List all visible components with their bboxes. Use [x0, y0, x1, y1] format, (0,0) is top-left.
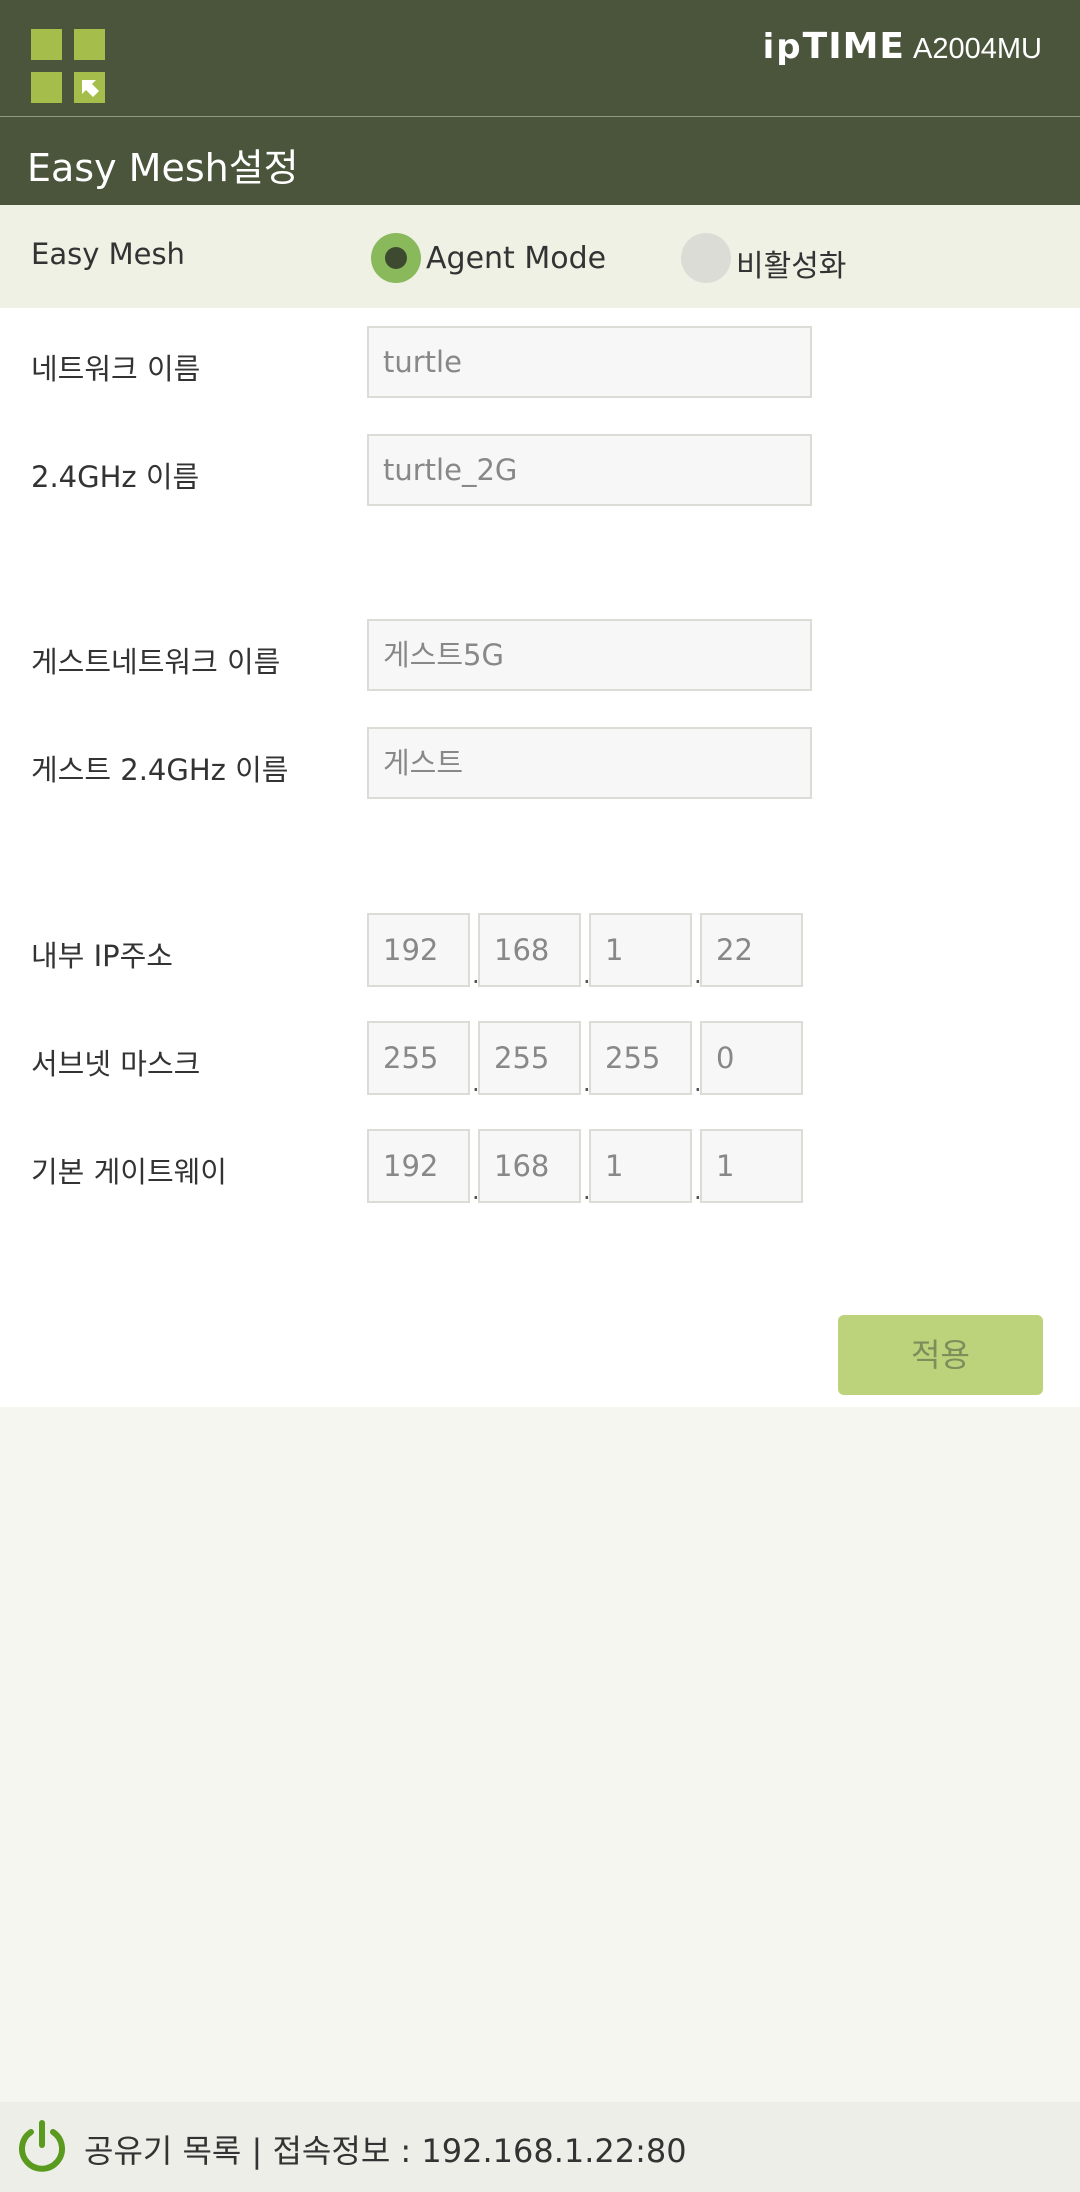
- apply-button[interactable]: 적용: [838, 1315, 1043, 1395]
- subnet-octet-1[interactable]: 255: [367, 1021, 470, 1095]
- settings-panel: Easy Mesh Agent Mode 비활성화 네트워크 이름 turtle…: [0, 205, 1080, 1407]
- subnet-octet-2[interactable]: 255: [478, 1021, 581, 1095]
- model-name: A2004MU: [913, 33, 1042, 65]
- internal-ip-octet-1[interactable]: 192: [367, 913, 470, 987]
- gateway-label: 기본 게이트웨이: [31, 1155, 227, 1189]
- gateway-octet-3[interactable]: 1: [589, 1129, 692, 1203]
- brand-ip: ip: [762, 27, 803, 67]
- name-24-label: 2.4GHz 이름: [31, 460, 200, 494]
- footer-info-text[interactable]: 공유기 목록 | 접속정보 : 192.168.1.22:80: [84, 2126, 687, 2172]
- internal-ip-octet-2[interactable]: 168: [478, 913, 581, 987]
- easy-mesh-row: Easy Mesh Agent Mode 비활성화: [0, 205, 1080, 308]
- internal-ip-octet-4[interactable]: 22: [700, 913, 803, 987]
- guest-name-24-label: 게스트 2.4GHz 이름: [31, 753, 289, 787]
- internal-ip-label: 내부 IP주소: [31, 939, 173, 973]
- guest-name-24-input[interactable]: 게스트: [367, 727, 812, 799]
- brand-time: TIME: [802, 26, 906, 67]
- name-24-row: 2.4GHz 이름 turtle_2G: [0, 434, 1080, 508]
- guest-network-name-label: 게스트네트워크 이름: [31, 645, 281, 679]
- network-name-row: 네트워크 이름 turtle: [0, 326, 1080, 400]
- disable-label[interactable]: 비활성화: [736, 241, 846, 285]
- network-name-label: 네트워크 이름: [31, 352, 201, 386]
- name-24-input[interactable]: turtle_2G: [367, 434, 812, 506]
- gateway-row: 기본 게이트웨이 192 . 168 . 1 . 1: [0, 1129, 1080, 1205]
- subnet-octet-3[interactable]: 255: [589, 1021, 692, 1095]
- gateway-octet-2[interactable]: 168: [478, 1129, 581, 1203]
- guest-network-name-row: 게스트네트워크 이름 게스트5G: [0, 619, 1080, 693]
- network-name-input[interactable]: turtle: [367, 326, 812, 398]
- brand-logo: ip TIME A2004MU: [763, 26, 1042, 74]
- footer-bar: 공유기 목록 | 접속정보 : 192.168.1.22:80: [0, 2102, 1080, 2192]
- grid-square: [31, 72, 62, 103]
- page-title: Easy Mesh설정: [27, 146, 299, 190]
- gateway-octet-4[interactable]: 1: [700, 1129, 803, 1203]
- app-header: ip TIME A2004MU: [0, 0, 1080, 116]
- title-bar: Easy Mesh설정: [0, 117, 1080, 205]
- subnet-mask-row: 서브넷 마스크 255 . 255 . 255 . 0: [0, 1021, 1080, 1097]
- internal-ip-octet-3[interactable]: 1: [589, 913, 692, 987]
- gateway-octet-1[interactable]: 192: [367, 1129, 470, 1203]
- grid-square: [31, 29, 62, 60]
- internal-ip-row: 내부 IP주소 192 . 168 . 1 . 22: [0, 913, 1080, 989]
- subnet-mask-label: 서브넷 마스크: [31, 1047, 201, 1081]
- power-icon[interactable]: [15, 2118, 69, 2178]
- guest-name-24-row: 게스트 2.4GHz 이름 게스트: [0, 727, 1080, 801]
- agent-mode-label[interactable]: Agent Mode: [426, 241, 606, 276]
- agent-mode-radio[interactable]: [371, 233, 421, 283]
- guest-network-name-input[interactable]: 게스트5G: [367, 619, 812, 691]
- grid-square-arrow: [74, 72, 105, 103]
- radio-dot: [385, 247, 407, 269]
- grid-square: [74, 29, 105, 60]
- disable-radio[interactable]: [681, 233, 731, 283]
- easy-mesh-label: Easy Mesh: [31, 237, 185, 271]
- subnet-octet-4[interactable]: 0: [700, 1021, 803, 1095]
- grid-menu-icon[interactable]: [31, 29, 105, 103]
